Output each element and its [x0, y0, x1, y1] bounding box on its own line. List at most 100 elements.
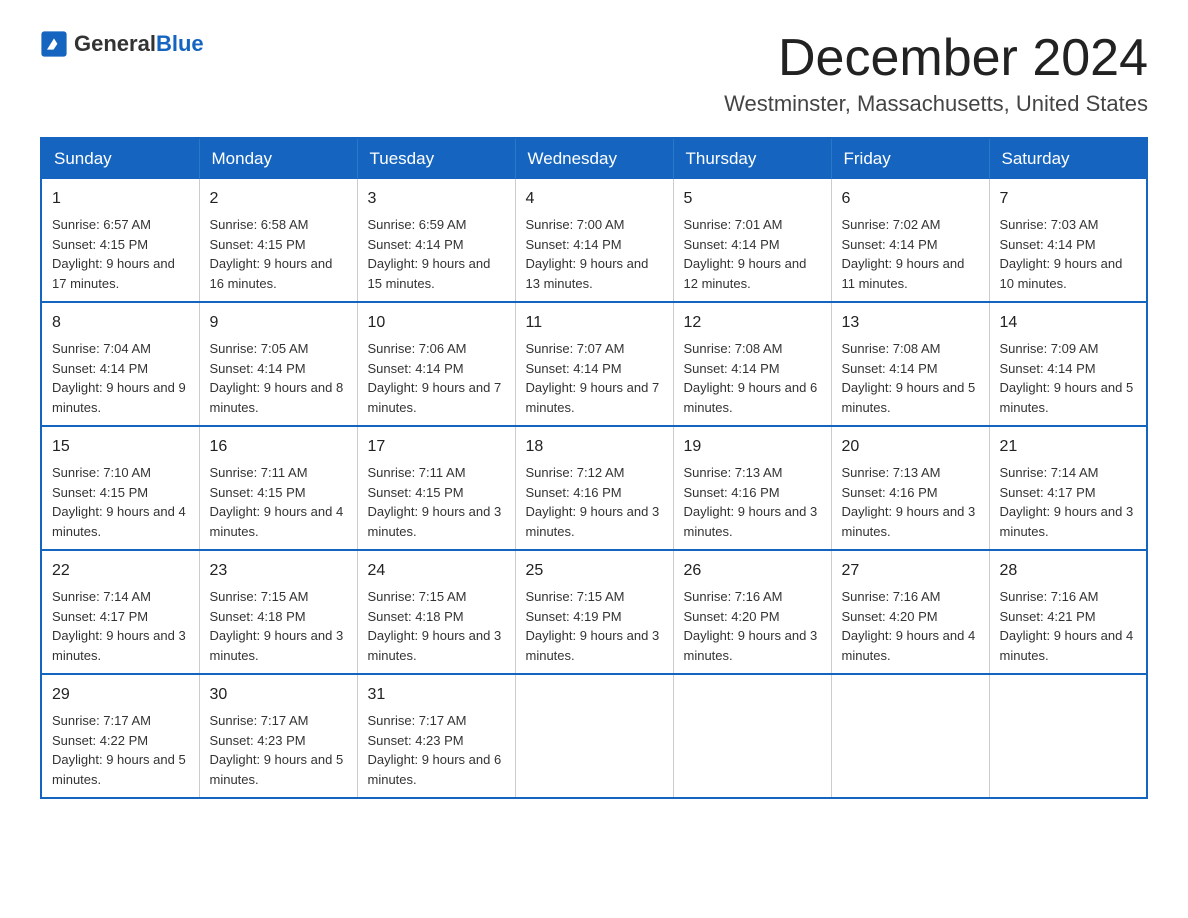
day-number: 26 [684, 559, 821, 583]
day-cell: 11 Sunrise: 7:07 AMSunset: 4:14 PMDayligh… [515, 302, 673, 426]
logo-icon [40, 30, 68, 58]
day-cell: 4Sunrise: 7:00 AMSunset: 4:14 PMDaylight… [515, 179, 673, 302]
day-info: Sunrise: 7:07 AMSunset: 4:14 PMDaylight:… [526, 341, 660, 415]
title-block: December 2024 Westminster, Massachusetts… [724, 30, 1148, 117]
day-number: 3 [368, 187, 505, 211]
day-cell: 13Sunrise: 7:08 AMSunset: 4:14 PMDayligh… [831, 302, 989, 426]
day-number: 6 [842, 187, 979, 211]
day-number: 19 [684, 435, 821, 459]
day-info: Sunrise: 7:08 AMSunset: 4:14 PMDaylight:… [842, 341, 976, 415]
day-info: Sunrise: 7:03 AMSunset: 4:14 PMDaylight:… [1000, 217, 1123, 291]
day-number: 22 [52, 559, 189, 583]
day-info: Sunrise: 7:15 AMSunset: 4:18 PMDaylight:… [368, 589, 502, 663]
calendar-table: SundayMondayTuesdayWednesdayThursdayFrid… [40, 137, 1148, 799]
day-info: Sunrise: 7:14 AMSunset: 4:17 PMDaylight:… [1000, 465, 1134, 539]
day-cell: 22Sunrise: 7:14 AMSunset: 4:17 PMDayligh… [41, 550, 199, 674]
day-number: 9 [210, 311, 347, 335]
day-info: Sunrise: 6:59 AMSunset: 4:14 PMDaylight:… [368, 217, 491, 291]
day-cell: 16Sunrise: 7:11 AMSunset: 4:15 PMDayligh… [199, 426, 357, 550]
day-info: Sunrise: 7:15 AMSunset: 4:18 PMDaylight:… [210, 589, 344, 663]
day-info: Sunrise: 7:13 AMSunset: 4:16 PMDaylight:… [842, 465, 976, 539]
day-number: 1 [52, 187, 189, 211]
day-number: 23 [210, 559, 347, 583]
calendar-header: SundayMondayTuesdayWednesdayThursdayFrid… [41, 138, 1147, 179]
day-cell: 8 Sunrise: 7:04 AMSunset: 4:14 PMDaylight… [41, 302, 199, 426]
month-title: December 2024 [724, 30, 1148, 87]
day-number: 16 [210, 435, 347, 459]
day-info: Sunrise: 7:17 AMSunset: 4:23 PMDaylight:… [210, 713, 344, 787]
day-cell: 31Sunrise: 7:17 AMSunset: 4:23 PMDayligh… [357, 674, 515, 798]
day-number: 11 [526, 311, 663, 335]
day-header-sunday: Sunday [41, 138, 199, 179]
day-cell: 29 Sunrise: 7:17 AMSunset: 4:22 PMDayligh… [41, 674, 199, 798]
day-cell: 27Sunrise: 7:16 AMSunset: 4:20 PMDayligh… [831, 550, 989, 674]
week-row-5: 29 Sunrise: 7:17 AMSunset: 4:22 PMDayligh… [41, 674, 1147, 798]
day-header-tuesday: Tuesday [357, 138, 515, 179]
day-cell: 1 Sunrise: 6:57 AMSunset: 4:15 PMDaylight… [41, 179, 199, 302]
day-info: Sunrise: 7:05 AMSunset: 4:14 PMDaylight:… [210, 341, 344, 415]
day-number: 28 [1000, 559, 1137, 583]
day-info: Sunrise: 7:02 AMSunset: 4:14 PMDaylight:… [842, 217, 965, 291]
day-number: 15 [52, 435, 189, 459]
day-cell: 2 Sunrise: 6:58 AMSunset: 4:15 PMDaylight… [199, 179, 357, 302]
day-header-monday: Monday [199, 138, 357, 179]
day-info: Sunrise: 7:16 AMSunset: 4:20 PMDaylight:… [684, 589, 818, 663]
day-cell: 18 Sunrise: 7:12 AMSunset: 4:16 PMDayligh… [515, 426, 673, 550]
day-number: 8 [52, 311, 189, 335]
header-row: SundayMondayTuesdayWednesdayThursdayFrid… [41, 138, 1147, 179]
day-info: Sunrise: 7:16 AMSunset: 4:21 PMDaylight:… [1000, 589, 1134, 663]
day-number: 5 [684, 187, 821, 211]
day-cell: 21Sunrise: 7:14 AMSunset: 4:17 PMDayligh… [989, 426, 1147, 550]
day-cell: 6 Sunrise: 7:02 AMSunset: 4:14 PMDaylight… [831, 179, 989, 302]
week-row-3: 15 Sunrise: 7:10 AMSunset: 4:15 PMDayligh… [41, 426, 1147, 550]
logo: GeneralBlue [40, 30, 204, 58]
day-info: Sunrise: 7:08 AMSunset: 4:14 PMDaylight:… [684, 341, 818, 415]
day-info: Sunrise: 7:11 AMSunset: 4:15 PMDaylight:… [368, 465, 502, 539]
day-cell: 17Sunrise: 7:11 AMSunset: 4:15 PMDayligh… [357, 426, 515, 550]
day-number: 12 [684, 311, 821, 335]
day-info: Sunrise: 6:57 AMSunset: 4:15 PMDaylight:… [52, 217, 175, 291]
day-header-wednesday: Wednesday [515, 138, 673, 179]
location-title: Westminster, Massachusetts, United State… [724, 91, 1148, 117]
day-cell [673, 674, 831, 798]
day-number: 30 [210, 683, 347, 707]
day-cell [989, 674, 1147, 798]
day-info: Sunrise: 7:10 AMSunset: 4:15 PMDaylight:… [52, 465, 186, 539]
day-cell: 25Sunrise: 7:15 AMSunset: 4:19 PMDayligh… [515, 550, 673, 674]
day-number: 18 [526, 435, 663, 459]
day-number: 4 [526, 187, 663, 211]
day-number: 25 [526, 559, 663, 583]
day-info: Sunrise: 6:58 AMSunset: 4:15 PMDaylight:… [210, 217, 333, 291]
day-cell: 12 Sunrise: 7:08 AMSunset: 4:14 PMDayligh… [673, 302, 831, 426]
day-cell: 24 Sunrise: 7:15 AMSunset: 4:18 PMDayligh… [357, 550, 515, 674]
week-row-1: 1 Sunrise: 6:57 AMSunset: 4:15 PMDaylight… [41, 179, 1147, 302]
logo-text: GeneralBlue [74, 31, 204, 57]
day-cell: 19 Sunrise: 7:13 AMSunset: 4:16 PMDayligh… [673, 426, 831, 550]
day-cell: 20 Sunrise: 7:13 AMSunset: 4:16 PMDayligh… [831, 426, 989, 550]
day-number: 2 [210, 187, 347, 211]
day-cell: 9 Sunrise: 7:05 AMSunset: 4:14 PMDaylight… [199, 302, 357, 426]
day-cell: 7 Sunrise: 7:03 AMSunset: 4:14 PMDaylight… [989, 179, 1147, 302]
day-number: 27 [842, 559, 979, 583]
day-number: 29 [52, 683, 189, 707]
day-cell: 14Sunrise: 7:09 AMSunset: 4:14 PMDayligh… [989, 302, 1147, 426]
day-cell [831, 674, 989, 798]
day-header-thursday: Thursday [673, 138, 831, 179]
day-info: Sunrise: 7:13 AMSunset: 4:16 PMDaylight:… [684, 465, 818, 539]
day-cell: 3 Sunrise: 6:59 AMSunset: 4:14 PMDaylight… [357, 179, 515, 302]
day-header-saturday: Saturday [989, 138, 1147, 179]
logo-general: General [74, 31, 156, 56]
day-number: 24 [368, 559, 505, 583]
day-number: 14 [1000, 311, 1137, 335]
day-info: Sunrise: 7:06 AMSunset: 4:14 PMDaylight:… [368, 341, 502, 415]
day-info: Sunrise: 7:01 AMSunset: 4:14 PMDaylight:… [684, 217, 807, 291]
day-number: 7 [1000, 187, 1137, 211]
day-number: 10 [368, 311, 505, 335]
day-info: Sunrise: 7:17 AMSunset: 4:22 PMDaylight:… [52, 713, 186, 787]
day-info: Sunrise: 7:12 AMSunset: 4:16 PMDaylight:… [526, 465, 660, 539]
day-number: 20 [842, 435, 979, 459]
day-cell: 15 Sunrise: 7:10 AMSunset: 4:15 PMDayligh… [41, 426, 199, 550]
day-cell: 5 Sunrise: 7:01 AMSunset: 4:14 PMDaylight… [673, 179, 831, 302]
day-info: Sunrise: 7:04 AMSunset: 4:14 PMDaylight:… [52, 341, 186, 415]
day-header-friday: Friday [831, 138, 989, 179]
